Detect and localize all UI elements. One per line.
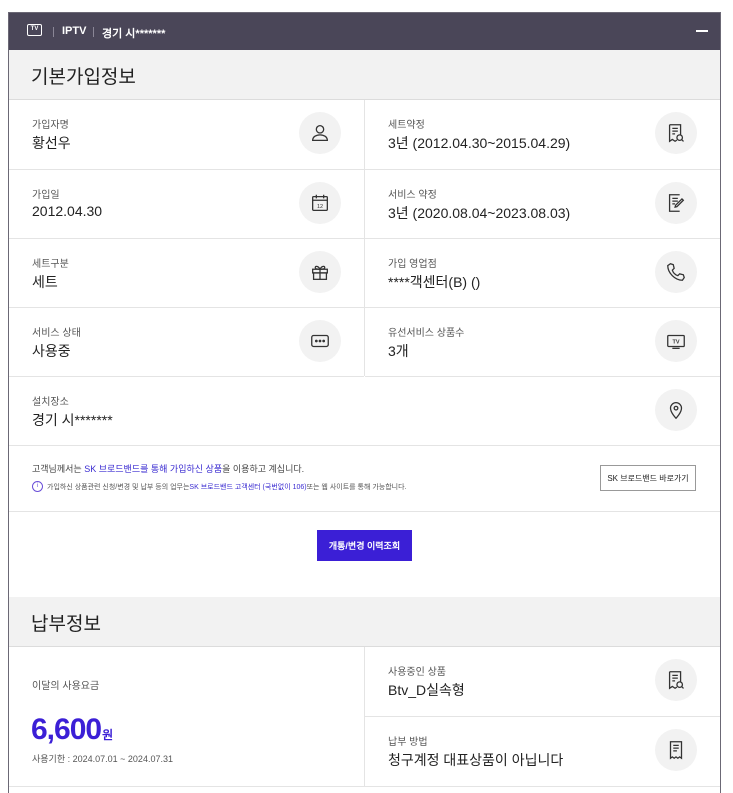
service-header-bar[interactable]: TV IPTV 경기 시*******: [9, 13, 720, 50]
divider: [53, 27, 54, 37]
field-label: 설치장소: [32, 397, 69, 408]
svg-text:TV: TV: [672, 339, 679, 345]
divider: [93, 27, 94, 37]
notice-text-part: 고객님께서는: [32, 464, 85, 474]
field-payment-method: 납부 방법 청구계정 대표상품이 아닙니다: [365, 717, 720, 787]
field-value: Btv_D실속형: [388, 682, 465, 698]
notice-text: 고객님께서는 SK 브로드밴드를 통해 가입하신 상품을 이용하고 계십니다.: [32, 462, 304, 475]
field-sales-branch: 가입 영업점 ****객센터(B) (): [365, 239, 720, 308]
message-icon: [299, 320, 341, 362]
sk-broadband-link-button[interactable]: SK 브로드밴드 바로가기: [600, 465, 696, 491]
location-pin-icon: [655, 389, 697, 431]
collapse-icon[interactable]: [696, 30, 708, 32]
notice-text-part: 을 이용하고 계십니다.: [222, 464, 305, 474]
field-value: 3개: [388, 343, 409, 359]
document-edit-icon: [655, 182, 697, 224]
field-install-location: 설치장소 경기 시*******: [9, 377, 720, 446]
field-label: 세트약정: [388, 120, 425, 131]
phone-icon: [655, 251, 697, 293]
field-value: 사용중: [32, 343, 71, 359]
svg-text:12: 12: [317, 204, 323, 210]
tv-icon: TV: [27, 24, 42, 36]
person-icon: [299, 112, 341, 154]
field-value: 청구계정 대표상품이 아닙니다: [388, 752, 564, 768]
field-label: 가입 영업점: [388, 259, 437, 270]
field-wired-products: 유선서비스 상품수 3개 TV: [365, 308, 720, 377]
field-value: 3년 (2012.04.30~2015.04.29): [388, 135, 571, 151]
notice-text-part: 가입하신 상품관련 신청/변경 및 납부 등의 업무는: [47, 483, 190, 491]
calendar-icon: 12: [299, 182, 341, 224]
field-label: 서비스 상태: [32, 328, 81, 339]
field-label: 사용중인 상품: [388, 667, 446, 678]
tv-icon: TV: [655, 320, 697, 362]
field-label: 서비스 약정: [388, 190, 437, 201]
field-label: 세트구분: [32, 259, 69, 270]
field-service-status: 서비스 상태 사용중: [9, 308, 364, 377]
notice-text-part: 또는 웹 사이트를 통해 가능합니다.: [306, 483, 407, 491]
field-value: 황선우: [32, 135, 71, 151]
notice-subtext: i 가입하신 상품관련 신청/변경 및 납부 등의 업무는 SK 브로드밴드 고…: [32, 481, 407, 492]
field-value: 2012.04.30: [32, 203, 103, 219]
notice-highlight: SK 브로드밴드 고객센터 (국번없이 106): [189, 483, 307, 491]
field-value: 3년 (2020.08.04~2023.08.03): [388, 205, 571, 221]
gift-icon: [299, 251, 341, 293]
service-address: 경기 시*******: [102, 28, 166, 40]
field-join-date: 가입일 2012.04.30 12: [9, 170, 364, 239]
field-current-product: 사용중인 상품 Btv_D실속형: [365, 647, 720, 717]
info-icon: i: [32, 481, 43, 492]
field-value: 경기 시*******: [32, 412, 113, 428]
iptv-panel: TV IPTV 경기 시******* 기본가입정보 가입자명 황선우 세트약정…: [8, 12, 721, 793]
field-set-contract: 세트약정 3년 (2012.04.30~2015.04.29): [365, 100, 720, 170]
fee-cell-bottom: [9, 717, 364, 787]
history-lookup-button[interactable]: 개통/변경 이력조회: [317, 530, 412, 561]
receipt-search-icon: [655, 659, 697, 701]
notice-highlight: SK 브로드밴드를 통해 가입하신 상품: [84, 464, 223, 474]
bill-icon: [655, 729, 697, 771]
field-subscriber-name: 가입자명 황선우: [9, 100, 364, 170]
monthly-fee-label: 이달의 사용요금: [32, 681, 100, 692]
section-header-payment: 납부정보: [9, 597, 720, 647]
field-value: 세트: [32, 274, 58, 290]
section-title: 기본가입정보: [31, 67, 136, 88]
notice-box: 고객님께서는 SK 브로드밴드를 통해 가입하신 상품을 이용하고 계십니다. …: [9, 446, 720, 512]
field-label: 가입일: [32, 190, 60, 201]
field-label: 가입자명: [32, 120, 69, 131]
field-label: 유선서비스 상품수: [388, 328, 465, 339]
receipt-search-icon: [655, 112, 697, 154]
section-header-basic: 기본가입정보: [9, 50, 720, 100]
service-type: IPTV: [62, 25, 87, 37]
field-label: 납부 방법: [388, 737, 428, 748]
field-set-type: 세트구분 세트: [9, 239, 364, 308]
field-service-contract: 서비스 약정 3년 (2020.08.04~2023.08.03): [365, 170, 720, 239]
field-value: ****객센터(B) (): [388, 274, 481, 290]
section-title: 납부정보: [31, 614, 101, 635]
